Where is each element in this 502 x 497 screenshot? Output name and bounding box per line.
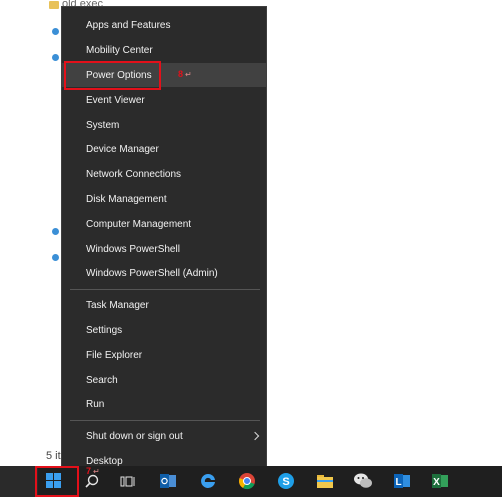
annotation-marker: 8 [178,69,184,79]
menu-item-network-connections[interactable]: Network Connections [62,162,266,186]
edge-icon[interactable] [198,471,218,491]
menu-item-event-viewer[interactable]: Event Viewer [62,88,266,112]
menu-item-label: Settings [86,324,123,336]
menu-item-label: System [86,119,120,131]
menu-item-label: Task Manager [86,299,149,311]
menu-item-windows-powershell-admin[interactable]: Windows PowerShell (Admin) [62,261,266,285]
menu-item-system[interactable]: System [62,113,266,137]
taskbar-edge [0,466,38,497]
menu-item-label: Event Viewer [86,94,145,106]
menu-separator [70,420,260,421]
background-blue-icon [52,254,59,261]
skype-icon[interactable]: S [276,471,296,491]
menu-item-label: Network Connections [86,168,182,180]
menu-item-label: Search [86,374,118,386]
chevron-right-icon [250,431,260,441]
menu-item-label: Desktop [86,455,123,467]
folder-icon [49,1,59,9]
menu-item-shut-down-or-sign-out[interactable]: Shut down or sign out [62,424,266,448]
menu-item-label: Windows PowerShell (Admin) [86,267,218,279]
background-blue-icon [52,28,59,35]
background-text-left: 5 it [46,450,61,462]
menu-item-file-explorer[interactable]: File Explorer [62,343,266,367]
wechat-icon[interactable] [353,471,373,491]
menu-item-label: Windows PowerShell [86,243,180,255]
task-view-icon[interactable] [118,471,138,491]
menu-item-disk-management[interactable]: Disk Management [62,187,266,211]
menu-item-device-manager[interactable]: Device Manager [62,137,266,161]
menu-item-windows-powershell[interactable]: Windows PowerShell [62,237,266,261]
menu-item-label: Shut down or sign out [86,430,183,442]
menu-item-label: Disk Management [86,193,167,205]
menu-item-label: Device Manager [86,143,159,155]
excel-icon[interactable]: X [430,471,450,491]
lync-icon[interactable]: L [392,471,412,491]
menu-item-label: Mobility Center [86,44,153,56]
chrome-icon[interactable] [237,471,257,491]
highlight-box-power-options [64,61,161,90]
background-blue-icon [52,54,59,61]
return-glyph: ↵ [93,467,100,476]
menu-item-label: Run [86,398,105,410]
file-explorer-icon[interactable] [315,471,335,491]
menu-item-settings[interactable]: Settings [62,318,266,342]
svg-text:S: S [282,476,289,488]
menu-item-computer-management[interactable]: Computer Management [62,212,266,236]
highlight-box-start-button [35,466,79,497]
svg-text:X: X [433,477,440,488]
background-blue-icon [52,228,59,235]
menu-item-mobility-center[interactable]: Mobility Center [62,38,266,62]
menu-item-label: Apps and Features [86,19,171,31]
outlook-icon[interactable] [158,471,178,491]
return-glyph: ↵ [185,70,192,79]
menu-item-task-manager[interactable]: Task Manager [62,293,266,317]
menu-item-label: Computer Management [86,218,192,230]
menu-item-run[interactable]: Run [62,392,266,416]
menu-item-search[interactable]: Search [62,368,266,392]
annotation-marker: 7 [86,466,92,476]
svg-text:L: L [395,477,401,488]
menu-item-apps-and-features[interactable]: Apps and Features [62,13,266,37]
menu-separator [70,289,260,290]
menu-item-label: File Explorer [86,349,143,361]
